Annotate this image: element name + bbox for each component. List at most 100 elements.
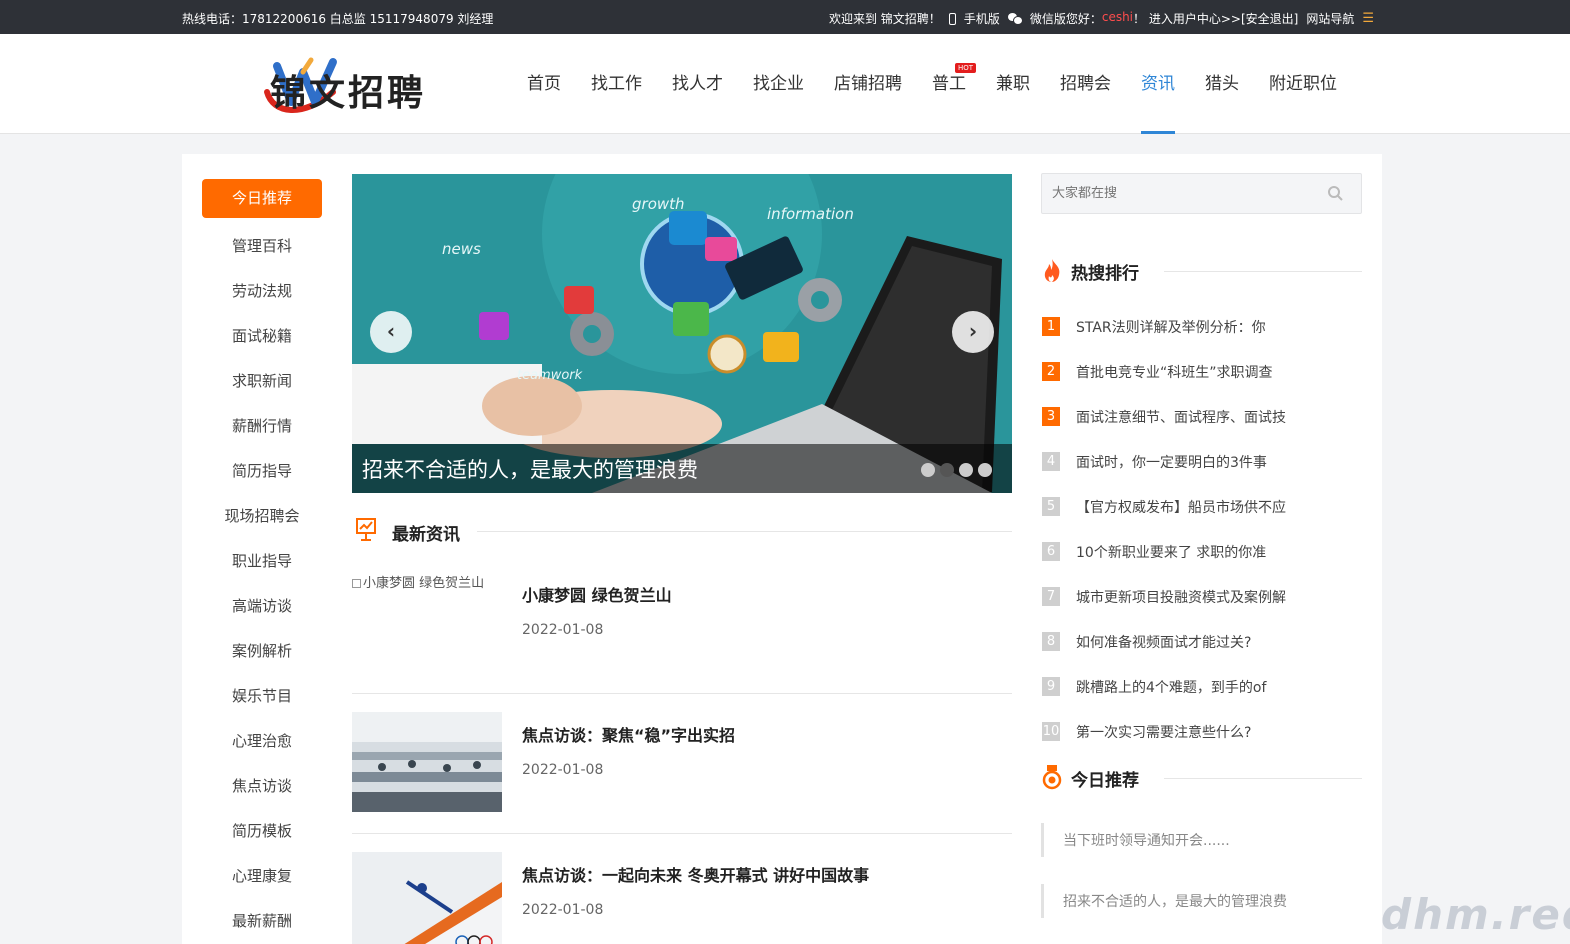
recommend-item-text[interactable]: 当下班时领导通知开会...... (1063, 830, 1230, 850)
banner-next-button[interactable]: › (952, 311, 994, 353)
search-input[interactable] (1042, 174, 1322, 213)
category-sidebar: 今日推荐管理百科 劳动法规 面试秘籍 求职新闻 薪酬行情 简历指导 现场招聘会 职业指导 高端访… (202, 179, 322, 944)
banner-prev-button[interactable]: ‹ (370, 311, 412, 353)
news-thumbnail-ski-jump[interactable] (352, 852, 502, 944)
news-thumbnail-broken[interactable]: 小康梦圆 绿色贺兰山 (352, 572, 502, 672)
banner-word-growth: growth (632, 195, 685, 213)
nav-item[interactable]: 找工作 (576, 34, 657, 134)
rank-number: 4 (1042, 452, 1060, 471)
rank-title[interactable]: 首批电竞专业“科班生”求职调查 (1076, 362, 1273, 382)
sidebar-category[interactable]: 劳动法规 (202, 269, 322, 314)
sidebar-category[interactable]: 最新薪酬 (202, 899, 322, 944)
hot-ranking-title: 热搜排行 (1071, 264, 1139, 284)
sidebar-category[interactable]: 简历模板 (202, 809, 322, 854)
rank-title[interactable]: 面试时，你一定要明白的3件事 (1076, 452, 1267, 472)
sidebar-category[interactable]: 焦点访谈 (202, 764, 322, 809)
rank-title[interactable]: 面试注意细节、面试程序、面试技 (1076, 407, 1286, 427)
nav-item-label: 普工 (932, 74, 966, 94)
rank-title[interactable]: 10个新职业要来了 求职的你准 (1076, 542, 1266, 562)
nav-item[interactable]: 兼职 (981, 34, 1045, 134)
user-center-link[interactable]: ！ 进入用户中心>> (1133, 10, 1241, 27)
news-thumbnail-alt: 小康梦圆 绿色贺兰山 (363, 576, 485, 591)
ranking-item[interactable]: 9 跳槽路上的4个难题，到手的of (1041, 677, 1362, 722)
sidebar-category[interactable]: 今日推荐 (202, 179, 322, 218)
ranking-item[interactable]: 6 10个新职业要来了 求职的你准 (1041, 542, 1362, 587)
nav-item[interactable]: 猎头 (1190, 34, 1254, 134)
ranking-item[interactable]: 5 【官方权威发布】船员市场供不应 (1041, 497, 1362, 542)
ranking-item[interactable]: 8 如何准备视频面试才能过关? (1041, 632, 1362, 677)
recommend-item-text[interactable]: 招来不合适的人，是最大的管理浪费 (1063, 891, 1287, 911)
rank-number: 9 (1042, 677, 1060, 696)
sidebar-category[interactable]: 现场招聘会 (202, 494, 322, 539)
banner-word-news: news (442, 240, 481, 258)
search-icon[interactable] (1327, 185, 1343, 201)
watermark-text: dhm.red (1381, 890, 1570, 939)
sidebar-category[interactable]: 心理康复 (202, 854, 322, 899)
rank-title[interactable]: 如何准备视频面试才能过关? (1076, 632, 1251, 652)
sidebar-category[interactable]: 案例解析 (202, 629, 322, 674)
hotline-text: 热线电话：17812200616 白总监 15117948079 刘经理 (182, 12, 494, 26)
today-rec-header: 今日推荐 (1041, 764, 1362, 792)
sidebar-category[interactable]: 职业指导 (202, 539, 322, 584)
hot-badge: HOT (954, 63, 976, 73)
nav-item[interactable]: 店铺招聘 (819, 34, 917, 134)
sidebar-category[interactable]: 简历指导 (202, 449, 322, 494)
section-divider (1164, 778, 1362, 779)
news-item[interactable]: 焦点访谈：聚焦“稳”字出实招 2022-01-08 (352, 712, 1012, 834)
ranking-item[interactable]: 10 第一次实习需要注意些什么? (1041, 722, 1362, 767)
nav-item[interactable]: 资讯 (1126, 34, 1190, 134)
nav-item[interactable]: 找企业 (738, 34, 819, 134)
logout-link[interactable]: [安全退出] (1241, 10, 1298, 27)
nav-item[interactable]: 首页 (512, 34, 576, 134)
recommend-item[interactable]: 招来不合适的人，是最大的管理浪费 (1041, 884, 1362, 918)
banner-word-teamwork: teamwork (517, 368, 583, 383)
logo-text[interactable]: 锦文招聘 (270, 64, 426, 116)
banner-dot[interactable] (959, 463, 973, 477)
greeting-text: 您好： (1065, 12, 1102, 26)
banner-dot[interactable] (921, 463, 935, 477)
search-box (1041, 173, 1362, 214)
banner-dot[interactable] (940, 463, 954, 477)
rank-title[interactable]: 第一次实习需要注意些什么? (1076, 722, 1251, 742)
sidebar-category[interactable]: 薪酬行情 (202, 404, 322, 449)
sidebar-category[interactable]: 心理治愈 (202, 719, 322, 764)
nav-item[interactable]: 找人才 (657, 34, 738, 134)
banner-caption[interactable]: 招来不合适的人，是最大的管理浪费 (362, 454, 698, 484)
top-bar-links: 欢迎来到 锦文招聘！ 手机版 微信版 您好： ceshi ！ 进入用户中心>> … (829, 10, 1374, 27)
rank-title[interactable]: 【官方权威发布】船员市场供不应 (1076, 497, 1286, 517)
rank-title[interactable]: 跳槽路上的4个难题，到手的of (1076, 677, 1266, 697)
news-title[interactable]: 焦点访谈：聚焦“稳”字出实招 (522, 722, 735, 746)
nav-item[interactable]: 普工 HOT (917, 34, 981, 134)
sidebar-category[interactable]: 面试秘籍 (202, 314, 322, 359)
news-title[interactable]: 小康梦圆 绿色贺兰山 (522, 582, 672, 606)
ranking-item[interactable]: 7 城市更新项目投融资模式及案例解 (1041, 587, 1362, 632)
banner-dot[interactable] (978, 463, 992, 477)
news-item[interactable]: 小康梦圆 绿色贺兰山 小康梦圆 绿色贺兰山 2022-01-08 (352, 572, 1012, 694)
sidebar-category[interactable]: 高端访谈 (202, 584, 322, 629)
fire-icon (1044, 259, 1060, 282)
ranking-item[interactable]: 1 STAR法则详解及举例分析：你 (1041, 317, 1362, 362)
banner-carousel[interactable]: news growth information teamwork ‹ › 招来不… (352, 174, 1012, 493)
rank-title[interactable]: STAR法则详解及举例分析：你 (1076, 317, 1266, 337)
news-title[interactable]: 焦点访谈：一起向未来 冬奥开幕式 讲好中国故事 (522, 862, 869, 886)
menu-icon[interactable]: ☰ (1362, 11, 1374, 26)
ranking-item[interactable]: 2 首批电竞专业“科班生”求职调查 (1041, 362, 1362, 407)
ranking-item[interactable]: 4 面试时，你一定要明白的3件事 (1041, 452, 1362, 497)
wechat-link[interactable]: 微信版 (1030, 10, 1066, 27)
ranking-item[interactable]: 3 面试注意细节、面试程序、面试技 (1041, 407, 1362, 452)
nav-item[interactable]: 招聘会 (1045, 34, 1126, 134)
recommend-item[interactable]: 当下班时领导通知开会...... (1041, 823, 1362, 857)
sidebar-category[interactable]: 娱乐节目 (202, 674, 322, 719)
news-thumbnail-factory[interactable] (352, 712, 502, 812)
site-nav-link[interactable]: 网站导航 (1306, 10, 1354, 27)
sidebar-category[interactable]: 求职新闻 (202, 359, 322, 404)
sidebar-category[interactable]: 管理百科 (202, 224, 322, 269)
top-bar: 热线电话：17812200616 白总监 15117948079 刘经理 欢迎来… (0, 0, 1570, 34)
banner-word-information: information (767, 205, 854, 223)
rank-title[interactable]: 城市更新项目投融资模式及案例解 (1076, 587, 1286, 607)
nav-item[interactable]: 附近职位 (1254, 34, 1352, 134)
news-item[interactable]: 焦点访谈：一起向未来 冬奥开幕式 讲好中国故事 2022-01-08 (352, 852, 1012, 944)
mobile-link[interactable]: 手机版 (964, 10, 1000, 27)
latest-news-header: 最新资讯 (352, 516, 1012, 546)
username-link[interactable]: ceshi (1102, 10, 1133, 27)
